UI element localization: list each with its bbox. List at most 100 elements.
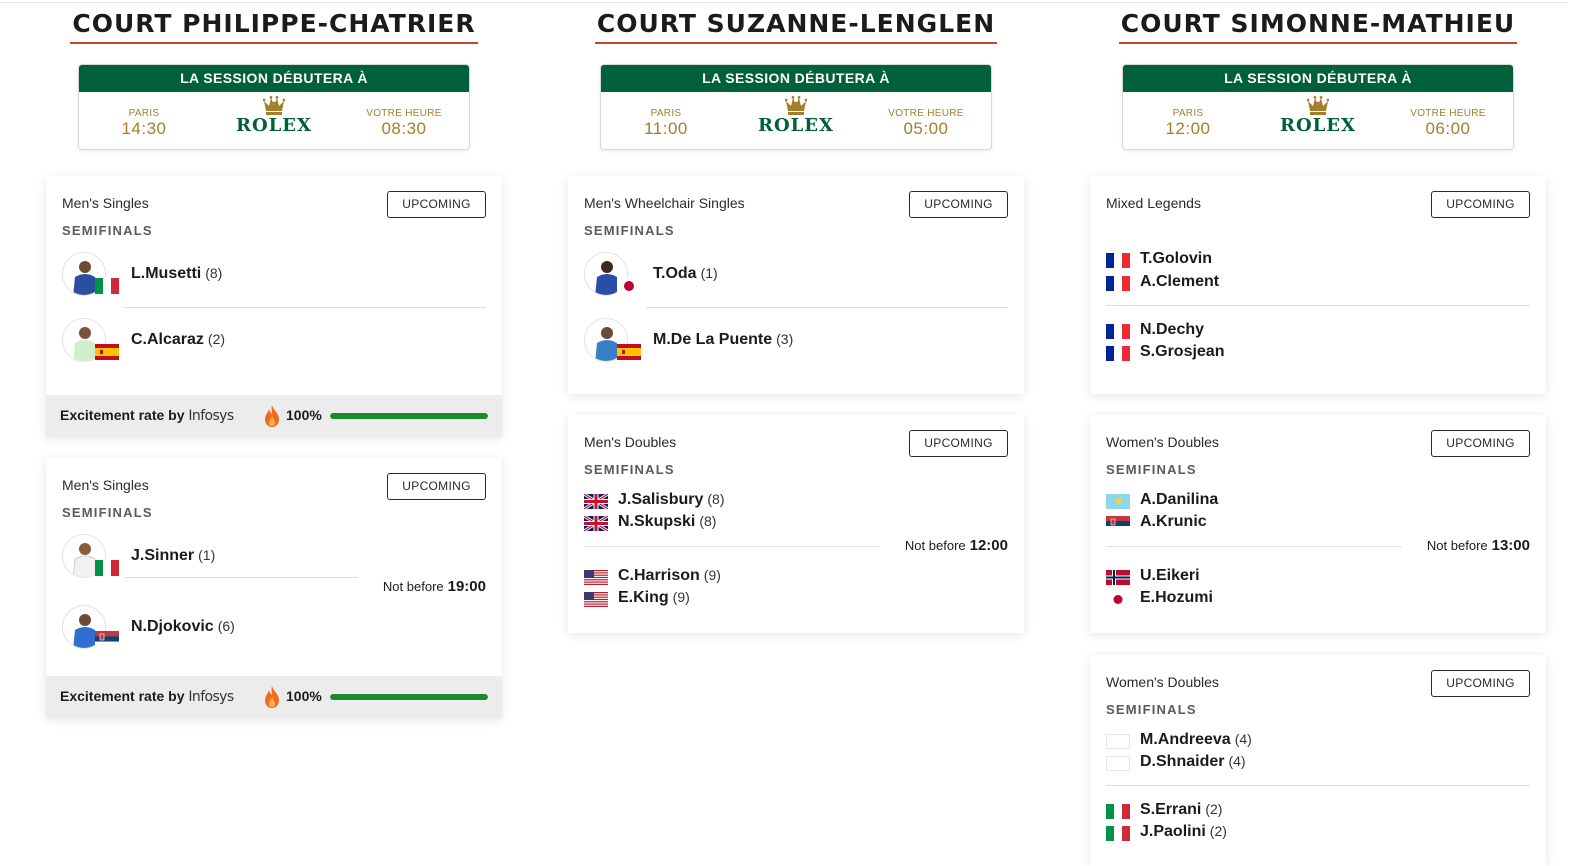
court-title: COURT PHILIPPE-CHATRIER [46,10,502,44]
upcoming-button[interactable]: UPCOMING [387,191,486,218]
player-name[interactable]: T.Oda (1) [653,265,718,283]
excitement-label: Excitement rate by Infosys [60,688,234,705]
team-player[interactable]: E.King (9) [584,589,1004,609]
round-name: SEMIFINALS [62,223,153,238]
player-row[interactable]: T.Oda (1) [584,252,1004,298]
team[interactable]: A.Danilina A.Krunic [1106,491,1526,539]
order-of-play: COURT PHILIPPE-CHATRIER LA SESSION DÉBUT… [46,0,1546,866]
team[interactable]: J.Salisbury (8) N.Skupski (8) [584,491,1004,539]
france-flag-icon [1106,324,1130,339]
team-player[interactable]: M.Andreeva (4) [1106,731,1526,751]
rolex-logo[interactable]: ROLEX [224,96,324,136]
player-row[interactable]: J.Sinner (1) [62,534,482,580]
team-player[interactable]: E.Hozumi [1106,589,1526,609]
rolex-crown-icon [1307,96,1329,115]
spain-flag-icon [95,344,119,360]
upcoming-button[interactable]: UPCOMING [1431,191,1530,218]
team[interactable]: C.Harrison (9) E.King (9) [584,567,1004,615]
france-flag-icon [1106,276,1130,291]
divider [124,577,358,578]
player-row[interactable]: L.Musetti (8) [62,252,482,298]
excitement-value: 100% [286,407,322,423]
excitement-rate-bar: Excitement rate by Infosys 100% [46,395,502,437]
uk-flag-icon [584,494,608,509]
upcoming-button[interactable]: UPCOMING [909,430,1008,457]
match-card[interactable]: Mixed Legends UPCOMING T.Golovin A.Cleme… [1090,176,1546,394]
team[interactable]: N.Dechy S.Grosjean [1106,321,1526,369]
italy-flag-icon [95,560,119,576]
infosys-logo: Infosys [188,689,234,705]
team-player[interactable]: A.Danilina [1106,491,1526,511]
team-player[interactable]: N.Skupski (8) [584,513,1004,533]
court-name[interactable]: COURT PHILIPPE-CHATRIER [70,10,478,44]
match-card[interactable]: Men's Singles SEMIFINALS UPCOMING L.Muse… [46,176,502,437]
your-time: VOTRE HEURE 06:00 [1410,108,1486,138]
norway-flag-icon [1106,570,1130,585]
player-name[interactable]: L.Musetti (8) [131,265,222,283]
brand-name: ROLEX [236,115,312,136]
team-player[interactable]: C.Harrison (9) [584,567,1004,587]
event-name: Men's Doubles [584,434,677,450]
court-name[interactable]: COURT SUZANNE-LENGLEN [594,10,998,44]
team[interactable]: S.Errani (2) J.Paolini (2) [1106,801,1526,849]
upcoming-button[interactable]: UPCOMING [1431,670,1530,697]
upcoming-button[interactable]: UPCOMING [909,191,1008,218]
team-player[interactable]: J.Salisbury (8) [584,491,1004,511]
team-player[interactable]: A.Clement [1106,273,1526,293]
match-card[interactable]: Men's Singles SEMIFINALS UPCOMING J.Sinn… [46,458,502,718]
team[interactable]: T.Golovin A.Clement [1106,250,1526,298]
player-name[interactable]: M.De La Puente (3) [653,331,793,349]
player-row[interactable]: C.Alcaraz (2) [62,318,482,364]
event-name: Women's Doubles [1106,674,1219,690]
page-scrollbar[interactable] [1568,0,1592,866]
player-row[interactable]: N.Djokovic (6) [62,605,482,651]
team-player[interactable]: J.Paolini (2) [1106,823,1526,843]
session-header: LA SESSION DÉBUTERA À [1123,65,1513,92]
player-name[interactable]: N.Djokovic (6) [131,618,235,636]
player-name[interactable]: C.Alcaraz (2) [131,331,225,349]
france-flag-icon [1106,346,1130,361]
serbia-flag-icon [95,631,119,647]
excitement-progress [330,694,488,700]
team-player[interactable]: U.Eikeri [1106,567,1526,587]
not-before-time: Not before 13:00 [1426,537,1530,554]
session-header: LA SESSION DÉBUTERA À [79,65,469,92]
paris-time: PARIS 14:30 [121,108,167,138]
team-player[interactable]: N.Dechy [1106,321,1526,341]
rolex-logo[interactable]: ROLEX [746,96,846,136]
team-player[interactable]: A.Krunic [1106,513,1526,533]
upcoming-button[interactable]: UPCOMING [1431,430,1530,457]
match-card[interactable]: Women's Doubles SEMIFINALS UPCOMING M.An… [1090,655,1546,866]
usa-flag-icon [584,570,608,585]
divider [584,546,880,547]
player-row[interactable]: M.De La Puente (3) [584,318,1004,364]
paris-time: PARIS 11:00 [644,108,688,138]
round-name: SEMIFINALS [62,505,153,520]
divider [646,307,1008,308]
team[interactable]: U.Eikeri E.Hozumi [1106,567,1526,615]
team-player[interactable]: S.Errani (2) [1106,801,1526,821]
excitement-label: Excitement rate by Infosys [60,407,234,424]
team[interactable]: M.Andreeva (4) D.Shnaider (4) [1106,731,1526,779]
not-before-time: Not before 12:00 [904,537,1008,554]
match-card[interactable]: Men's Wheelchair Singles SEMIFINALS UPCO… [568,176,1024,394]
court-name[interactable]: COURT SIMONNE-MATHIEU [1118,10,1518,44]
your-time: VOTRE HEURE 08:30 [366,108,442,138]
uk-flag-icon [584,516,608,531]
japan-flag-icon [1106,592,1130,607]
session-start-box: LA SESSION DÉBUTERA À PARIS 11:00 ROLEX … [600,64,992,150]
team-player[interactable]: S.Grosjean [1106,343,1526,363]
match-card[interactable]: Men's Doubles SEMIFINALS UPCOMING J.Sali… [568,415,1024,633]
player-name[interactable]: J.Sinner (1) [131,547,215,565]
match-card[interactable]: Women's Doubles SEMIFINALS UPCOMING A.Da… [1090,415,1546,633]
upcoming-button[interactable]: UPCOMING [387,473,486,500]
round-name: SEMIFINALS [1106,462,1197,477]
excitement-value: 100% [286,688,322,704]
team-player[interactable]: D.Shnaider (4) [1106,753,1526,773]
event-name: Men's Wheelchair Singles [584,195,745,211]
round-name: SEMIFINALS [584,462,675,477]
paris-time: PARIS 12:00 [1165,108,1211,138]
your-time: VOTRE HEURE 05:00 [888,108,964,138]
rolex-logo[interactable]: ROLEX [1268,96,1368,136]
team-player[interactable]: T.Golovin [1106,250,1526,270]
